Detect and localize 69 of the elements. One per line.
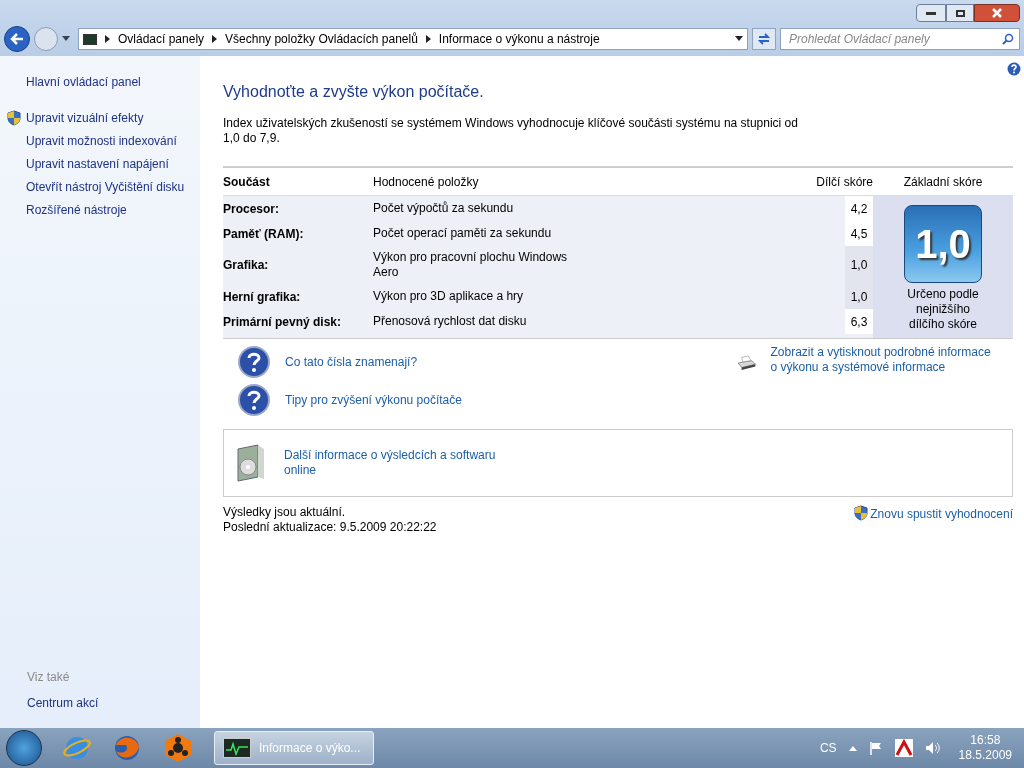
chevron-icon (212, 35, 218, 43)
page-heading: Vyhodnoťte a zvyšte výkon počítače. (223, 82, 485, 102)
chevron-icon (425, 35, 431, 43)
help-icon (237, 383, 271, 417)
status-text: Výsledky jsou aktuální. (223, 505, 347, 520)
sidebar-link[interactable]: Upravit vizuální efekty (26, 108, 144, 127)
item-cell-text: Výkon pro 3D aplikace a hry (373, 289, 525, 304)
back-arrow-icon (10, 33, 24, 45)
search-field[interactable]: Prohledat Ovládací panely (780, 28, 1020, 50)
caret-up-icon[interactable] (848, 745, 857, 751)
online-info-link[interactable]: Další informace o výsledcích a softwaru online (284, 448, 504, 478)
close-icon (992, 8, 1002, 18)
component-cell-text: Grafika: (223, 257, 270, 274)
see-also-heading: Viz také (27, 669, 71, 686)
dropdown-caret-icon[interactable] (62, 36, 70, 42)
monitor-icon (83, 33, 97, 45)
help-icon[interactable] (1007, 62, 1021, 76)
sidebar-link[interactable]: Centrum akcí (27, 694, 200, 712)
help-link[interactable]: Tipy pro zvýšení výkonu počítače (285, 391, 462, 409)
component-cell-text: Procesor: (223, 200, 281, 218)
sidebar-link[interactable]: Upravit nastavení napájení (26, 154, 169, 173)
breadcrumb-item[interactable]: Informace o výkonu a nástroje (438, 30, 600, 48)
sidebar-link[interactable]: Rozšířené nástroje (26, 200, 127, 219)
minimize-button[interactable] (916, 4, 946, 22)
base-score-caption: Určeno podle nejnižšího dílčího skóre (906, 287, 980, 332)
score-cell: 1,0 (845, 284, 873, 309)
score-cell: 4,2 (845, 196, 873, 221)
help-link[interactable]: Co tato čísla znamenají? (285, 353, 418, 371)
speaker-icon[interactable] (924, 741, 941, 755)
restore-button[interactable] (946, 4, 974, 22)
dropdown-caret-icon[interactable] (735, 36, 743, 42)
column-header: Základní skóre (902, 173, 984, 191)
score-cell: 4,5 (845, 221, 873, 246)
component-cell-text: Herní grafika: (223, 288, 302, 306)
rerun-link[interactable]: Znovu spustit vyhodnocení (870, 505, 1013, 523)
column-header: Dílčí skóre (815, 173, 873, 191)
start-button[interactable] (6, 730, 42, 766)
column-header: Hodnocené položky (373, 173, 480, 191)
refresh-icon (757, 33, 771, 45)
item-cell-text: Výkon pro pracovní plochu Windows Aero (373, 250, 569, 280)
breadcrumb-item[interactable]: Ovládací panely (118, 30, 205, 48)
column-header: Součást (223, 173, 271, 191)
close-button[interactable] (974, 4, 1020, 22)
score-cell: 1,0 (845, 246, 873, 284)
sidebar-link[interactable]: Upravit možnosti indexování (26, 131, 177, 150)
chevron-icon (105, 35, 110, 43)
help-icon (237, 345, 271, 379)
shield-icon (6, 109, 22, 126)
sidebar-link[interactable]: Otevřít nástroj Vyčištění disku (26, 177, 185, 196)
back-button[interactable] (4, 26, 30, 52)
breadcrumb-item[interactable]: Všechny položky Ovládacích panelů (225, 30, 418, 48)
print-link[interactable]: Zobrazit a vytisknout podrobné informace o výkonu a systémové informace (770, 345, 999, 375)
hexagon-logo-icon[interactable] (162, 732, 194, 764)
intro-text: Index uživatelských zkušeností se systémem Windows vyhodnocuje klíčové součásti systému na stupnici od 1,0 do 7,9. (223, 116, 799, 146)
flag-icon[interactable] (868, 741, 883, 755)
score-cell: 6,3 (845, 309, 873, 334)
base-score: 1,0 (915, 221, 971, 268)
item-cell-text: Přenosová rychlost dat disku (373, 314, 528, 329)
component-cell-text: Primární pevný disk: (223, 313, 343, 331)
item-cell-text: Počet operací paměti za sekundu (373, 226, 553, 241)
refresh-button[interactable] (752, 28, 776, 50)
search-icon (1002, 33, 1014, 45)
status-text: Poslední aktualizace: 9.5.2009 20:22:22 (223, 520, 437, 535)
address-bar[interactable]: Ovládací panely Všechny položky Ovládacích panelů Informace o výkonu a nástroje (78, 28, 748, 50)
sidebar-link[interactable]: Hlavní ovládací panel (26, 72, 141, 91)
monitor-icon (223, 738, 251, 758)
shield-icon (853, 505, 870, 521)
item-cell-text: Počet výpočtů za sekundu (373, 201, 515, 216)
component-cell-text: Paměť (RAM): (223, 225, 305, 243)
